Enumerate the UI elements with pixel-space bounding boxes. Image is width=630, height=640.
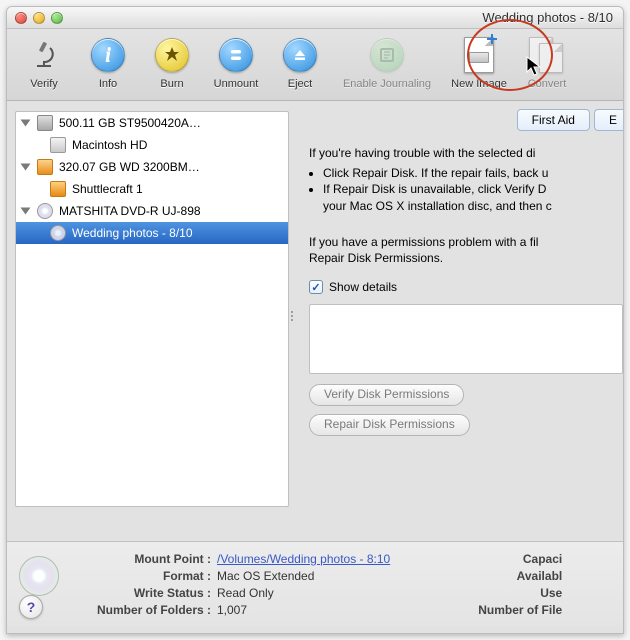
write-status-key: Write Status : — [71, 586, 211, 600]
sidebar: 500.11 GB ST9500420A… Macintosh HD 320.0… — [7, 101, 297, 541]
eject-button[interactable]: Eject — [269, 33, 331, 90]
new-image-icon — [459, 35, 499, 75]
disclosure-icon[interactable] — [21, 120, 31, 127]
tree-label: 500.11 GB ST9500420A… — [59, 116, 201, 130]
used-key: Use — [452, 586, 562, 600]
tree-label: Wedding photos - 8/10 — [72, 226, 193, 240]
verify-disk-permissions-button[interactable]: Verify Disk Permissions — [309, 384, 464, 406]
burn-button[interactable]: Burn — [141, 33, 203, 90]
enable-journaling-button: Enable Journaling — [333, 33, 441, 90]
details-textarea[interactable] — [309, 304, 623, 374]
close-icon[interactable] — [15, 12, 27, 24]
tree-label: Macintosh HD — [72, 138, 147, 152]
tab-next[interactable]: E — [594, 109, 623, 131]
verify-button[interactable]: Verify — [13, 33, 75, 90]
capacity-key: Capaci — [452, 552, 562, 566]
tree-row-volume[interactable]: Shuttlecraft 1 — [16, 178, 288, 200]
microscope-icon — [24, 35, 64, 75]
tab-first-aid[interactable]: First Aid — [517, 109, 590, 131]
show-details-checkbox[interactable]: ✓ — [309, 280, 323, 294]
right-panel: First Aid E If you're having trouble wit… — [297, 101, 623, 541]
mount-point-value[interactable]: /Volumes/Wedding photos - 8:10 — [211, 552, 390, 566]
cursor-arrow-icon — [526, 56, 544, 78]
disc-icon — [50, 225, 66, 241]
info-button[interactable]: i Info — [77, 33, 139, 90]
help-button[interactable]: ? — [19, 595, 43, 619]
available-key: Availabl — [452, 569, 562, 583]
minimize-icon[interactable] — [33, 12, 45, 24]
eject-icon — [280, 35, 320, 75]
tree-label: MATSHITA DVD-R UJ-898 — [59, 204, 201, 218]
format-value: Mac OS Extended — [211, 569, 390, 583]
tabbar: First Aid E — [303, 109, 623, 131]
mount-point-key: Mount Point : — [71, 552, 211, 566]
repair-disk-permissions-button[interactable]: Repair Disk Permissions — [309, 414, 470, 436]
external-disk-icon — [37, 159, 53, 175]
disk-utility-window: Wedding photos - 8/10 Verify i Info — [6, 6, 624, 634]
folders-value: 1,007 — [211, 603, 390, 617]
tree-label: Shuttlecraft 1 — [72, 182, 143, 196]
volume-icon — [50, 181, 66, 197]
internal-disk-icon — [37, 115, 53, 131]
status-right: Capaci Availabl Use Number of File — [452, 552, 562, 617]
unmount-button[interactable]: Unmount — [205, 33, 267, 90]
help-text: If you're having trouble with the select… — [303, 141, 623, 272]
folders-key: Number of Folders : — [71, 603, 211, 617]
tree-row-disc-selected[interactable]: Wedding photos - 8/10 — [16, 222, 288, 244]
zoom-icon[interactable] — [51, 12, 63, 24]
main-area: 500.11 GB ST9500420A… Macintosh HD 320.0… — [7, 101, 623, 541]
device-tree[interactable]: 500.11 GB ST9500420A… Macintosh HD 320.0… — [15, 111, 289, 507]
optical-drive-icon — [37, 203, 53, 219]
tree-row-disk[interactable]: 320.07 GB WD 3200BM… — [16, 156, 288, 178]
show-details-row[interactable]: ✓ Show details — [303, 272, 623, 300]
new-image-button[interactable]: New Image — [443, 33, 515, 90]
tree-row-volume[interactable]: Macintosh HD — [16, 134, 288, 156]
show-details-label: Show details — [329, 280, 397, 294]
status-left: Mount Point : /Volumes/Wedding photos - … — [71, 552, 390, 617]
disclosure-icon[interactable] — [21, 164, 31, 171]
disc-large-icon — [19, 556, 59, 596]
tree-row-optical[interactable]: MATSHITA DVD-R UJ-898 — [16, 200, 288, 222]
format-key: Format : — [71, 569, 211, 583]
disclosure-icon[interactable] — [21, 208, 31, 215]
unmount-icon — [216, 35, 256, 75]
files-key: Number of File — [452, 603, 562, 617]
volume-icon — [50, 137, 66, 153]
tree-label: 320.07 GB WD 3200BM… — [59, 160, 200, 174]
journaling-icon — [367, 35, 407, 75]
status-bar: Mount Point : /Volumes/Wedding photos - … — [7, 541, 623, 627]
write-status-value: Read Only — [211, 586, 390, 600]
window-controls — [15, 12, 63, 24]
burn-icon — [152, 35, 192, 75]
tree-row-disk[interactable]: 500.11 GB ST9500420A… — [16, 112, 288, 134]
window-title: Wedding photos - 8/10 — [482, 10, 613, 25]
info-icon: i — [88, 35, 128, 75]
titlebar: Wedding photos - 8/10 — [7, 7, 623, 29]
